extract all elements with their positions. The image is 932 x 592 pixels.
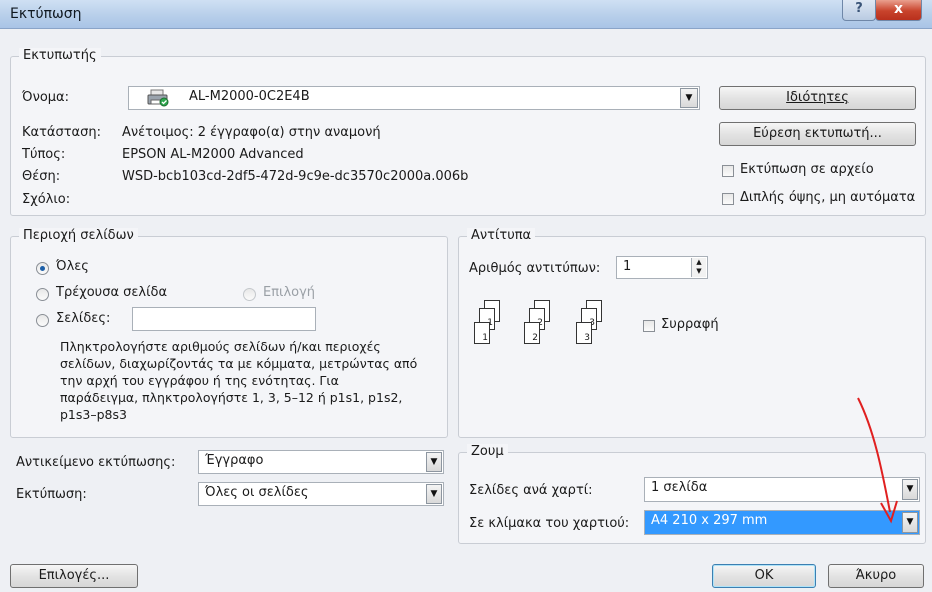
- all-pages-label[interactable]: Όλες: [56, 259, 89, 274]
- pages-input[interactable]: [132, 307, 316, 331]
- print-to-file-label[interactable]: Εκτύπωση σε αρχείο: [740, 162, 874, 177]
- copies-count-value: 1: [623, 259, 632, 274]
- page-range-title: Περιοχή σελίδων: [19, 228, 138, 243]
- pages-label[interactable]: Σελίδες:: [56, 311, 110, 326]
- current-page-radio[interactable]: [36, 288, 49, 301]
- scale-select[interactable]: A4 210 x 297 mm ▼: [644, 510, 920, 535]
- selection-radio[interactable]: [243, 288, 256, 301]
- ok-button[interactable]: OK: [712, 564, 816, 588]
- copies-title: Αντίτυπα: [467, 228, 536, 243]
- print-to-file-checkbox[interactable]: [722, 165, 734, 177]
- properties-button[interactable]: Ιδιότητες: [719, 86, 916, 110]
- all-pages-radio[interactable]: [36, 262, 49, 275]
- collate-page-number: 3: [584, 333, 590, 343]
- printer-icon: [147, 89, 169, 107]
- find-printer-button-label: Εύρεση εκτυπωτή...: [753, 126, 882, 141]
- duplex-label[interactable]: Διπλής όψης, μη αυτόματα: [740, 190, 915, 205]
- printer-name-label: Όνομα:: [22, 90, 69, 105]
- collate-page-number: 1: [482, 333, 488, 343]
- pages-help-text: Πληκτρολογήστε αριθμούς σελίδων ή/και πε…: [60, 339, 418, 422]
- type-label: Τύπος:: [22, 147, 66, 162]
- zoom-title: Ζουμ: [467, 444, 508, 459]
- print-option-value: Όλες οι σελίδες: [205, 485, 309, 500]
- collate-illustration: 1 1 2 2 3 3: [474, 300, 614, 352]
- ok-button-label: OK: [754, 568, 774, 583]
- status-value: Ανέτοιμος: 2 έγγραφο(α) στην αναμονή: [122, 125, 381, 140]
- print-what-select[interactable]: Έγγραφο ▼: [198, 450, 444, 474]
- collate-label[interactable]: Συρραφή: [661, 317, 719, 332]
- spinner-icon[interactable]: ▲ ▼: [691, 258, 706, 277]
- current-page-label[interactable]: Τρέχουσα σελίδα: [56, 285, 167, 300]
- print-what-value: Έγγραφο: [205, 453, 264, 468]
- properties-button-label: Ιδιότητες: [786, 90, 849, 105]
- location-value: WSD-bcb103cd-2df5-472d-9c9e-dc3570c2000a…: [122, 169, 469, 184]
- collate-page-front: 3: [576, 322, 592, 344]
- scale-value: A4 210 x 297 mm: [651, 513, 768, 528]
- printer-name-value: AL-M2000-0C2E4B: [189, 89, 310, 104]
- chevron-down-icon[interactable]: ▼: [426, 484, 442, 504]
- chevron-down-icon[interactable]: ▼: [902, 479, 918, 500]
- printer-group-title: Εκτυπωτής: [19, 48, 101, 63]
- pages-per-sheet-label: Σελίδες ανά χαρτί:: [469, 483, 593, 498]
- collate-checkbox[interactable]: [643, 320, 655, 332]
- copies-count-label: Αριθμός αντιτύπων:: [469, 261, 601, 276]
- help-button[interactable]: ?: [842, 0, 876, 21]
- collate-page-number: 2: [532, 333, 538, 343]
- title-bar: Εκτύπωση ? x: [0, 0, 932, 29]
- status-label: Κατάσταση:: [22, 125, 101, 140]
- pages-per-sheet-select[interactable]: 1 σελίδα ▼: [644, 477, 920, 502]
- pages-per-sheet-value: 1 σελίδα: [651, 480, 708, 495]
- close-icon: x: [893, 1, 904, 17]
- print-what-label: Αντικείμενο εκτύπωσης:: [16, 455, 176, 470]
- printer-name-select[interactable]: AL-M2000-0C2E4B ▼: [128, 86, 700, 110]
- close-button[interactable]: x: [875, 0, 922, 21]
- collate-page-front: 1: [474, 322, 490, 344]
- options-button[interactable]: Επιλογές...: [10, 564, 138, 588]
- cancel-button-label: Άκυρο: [855, 568, 897, 583]
- copies-count-input[interactable]: 1 ▲ ▼: [616, 256, 708, 279]
- selection-label[interactable]: Επιλογή: [263, 285, 315, 300]
- duplex-checkbox[interactable]: [722, 193, 734, 205]
- print-option-select[interactable]: Όλες οι σελίδες ▼: [198, 482, 444, 506]
- find-printer-button[interactable]: Εύρεση εκτυπωτή...: [719, 122, 916, 146]
- location-label: Θέση:: [22, 169, 61, 184]
- type-value: EPSON AL-M2000 Advanced: [122, 147, 304, 162]
- cancel-button[interactable]: Άκυρο: [828, 564, 924, 588]
- options-button-label: Επιλογές...: [38, 568, 110, 583]
- chevron-down-icon[interactable]: ▼: [902, 512, 918, 533]
- comment-label: Σχόλιο:: [22, 192, 71, 207]
- pages-radio[interactable]: [36, 314, 49, 327]
- window-title: Εκτύπωση: [10, 6, 82, 22]
- help-icon: ?: [855, 1, 863, 16]
- chevron-down-icon[interactable]: ▼: [680, 88, 698, 108]
- scale-label: Σε κλίμακα του χαρτιού:: [469, 516, 630, 531]
- collate-page-front: 2: [524, 322, 540, 344]
- print-option-label: Εκτύπωση:: [16, 487, 87, 502]
- chevron-down-icon[interactable]: ▼: [426, 452, 442, 472]
